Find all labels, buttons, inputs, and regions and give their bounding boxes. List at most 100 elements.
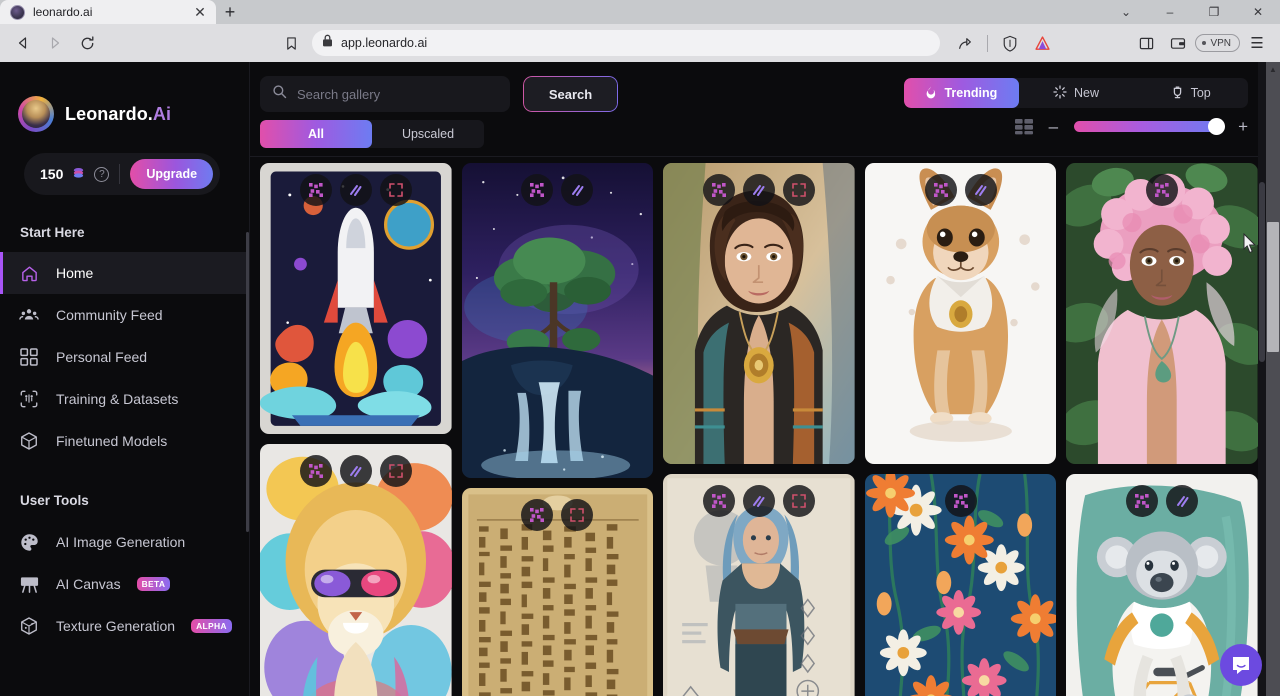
window-scrollbar[interactable]: ▲ [1266, 62, 1280, 696]
sidebar-item-home[interactable]: Home [0, 252, 250, 294]
back-icon[interactable] [8, 29, 38, 57]
messenger-icon[interactable] [1220, 644, 1262, 686]
bookmark-icon[interactable] [276, 29, 306, 57]
tab-new-label: New [1074, 86, 1100, 100]
tab-trending[interactable]: Trending [904, 78, 1019, 108]
sidebar-item-community-feed[interactable]: Community Feed [0, 294, 250, 336]
zoom-slider[interactable] [1074, 118, 1226, 135]
sidebar-item-training-datasets[interactable]: Training & Datasets [0, 378, 250, 420]
search-box[interactable] [260, 76, 510, 112]
close-icon[interactable]: ✕ [192, 4, 208, 20]
palette-icon [18, 531, 40, 553]
sidebar-item-finetuned-models[interactable]: Finetuned Models [0, 420, 250, 462]
forward-icon [40, 29, 70, 57]
zoom-slider-knob[interactable] [1208, 118, 1226, 135]
window-close-icon[interactable]: ✕ [1236, 0, 1280, 24]
tab-new[interactable]: New [1019, 78, 1134, 108]
motion-icon[interactable] [742, 174, 775, 206]
gallery-card[interactable] [260, 444, 452, 696]
url-bar[interactable]: app.leonardo.ai [312, 30, 941, 56]
toolbar-divider [987, 34, 989, 52]
new-tab-button[interactable]: + [216, 0, 244, 24]
pink-haired-fairy-portrait [1066, 163, 1258, 465]
fullscreen-icon[interactable] [379, 455, 412, 488]
sidebar-item-label: Training & Datasets [56, 391, 179, 407]
sidebar-item-ai-image-generation[interactable]: AI Image Generation [0, 521, 250, 563]
remix-icon[interactable] [702, 485, 735, 518]
question-icon[interactable]: ? [94, 166, 110, 182]
brave-leo-icon[interactable] [1027, 29, 1057, 57]
zoom-in-button[interactable]: + [1238, 118, 1248, 135]
minimize-icon[interactable]: – [1148, 0, 1192, 24]
remix-icon[interactable] [521, 174, 554, 206]
fullscreen-icon[interactable] [561, 499, 594, 532]
sidebar-item-texture-generation[interactable]: Texture Generation ALPHA [0, 605, 250, 647]
gallery-card[interactable] [260, 163, 452, 435]
zoom-out-button[interactable]: – [1049, 118, 1058, 135]
vpn-status-badge[interactable]: VPN [1195, 34, 1240, 52]
gallery-card[interactable] [461, 163, 654, 479]
cube-icon [18, 430, 40, 452]
grid-icon [18, 346, 40, 368]
tab-top-label: Top [1190, 86, 1211, 100]
remix-icon[interactable] [924, 174, 957, 206]
remix-icon[interactable] [702, 174, 735, 206]
sidebar-item-ai-canvas[interactable]: AI Canvas BETA [0, 563, 250, 605]
sidebar-item-personal-feed[interactable]: Personal Feed [0, 336, 250, 378]
grid-density-icon[interactable] [1014, 118, 1033, 135]
remix-icon[interactable] [299, 455, 332, 488]
remix-icon[interactable] [299, 174, 332, 206]
reload-icon[interactable] [72, 29, 102, 57]
remix-icon[interactable] [944, 485, 977, 518]
training-icon [18, 388, 40, 410]
gallery-scrollbar-track [1258, 62, 1266, 696]
maximize-icon[interactable]: ❐ [1192, 0, 1236, 24]
wallet-icon[interactable] [1163, 29, 1193, 57]
brave-shield-icon[interactable] [995, 29, 1025, 57]
fullscreen-icon[interactable] [782, 174, 815, 206]
motion-icon[interactable] [339, 174, 372, 206]
card-action-bar [865, 485, 1057, 518]
window-scrollbar-thumb[interactable] [1267, 222, 1279, 352]
scroll-up-arrow-icon[interactable]: ▲ [1266, 62, 1280, 76]
sidebar-section-start-here: Start Here [20, 225, 85, 240]
gallery-scrollbar-thumb[interactable] [1259, 182, 1265, 362]
browser-tab[interactable]: leonardo.ai ✕ [0, 0, 216, 24]
motion-icon[interactable] [561, 174, 594, 206]
flame-icon [925, 85, 937, 102]
leonardo-logo-icon [18, 96, 54, 132]
sidebar: Leonardo.Ai 150 ? Upgrade Start Here Hom… [0, 62, 250, 696]
motion-icon[interactable] [742, 485, 775, 518]
gallery-card[interactable] [1066, 163, 1258, 465]
search-input[interactable] [297, 86, 498, 102]
lock-icon [322, 34, 333, 52]
browser-menu-icon[interactable]: ☰ [1242, 29, 1272, 57]
motion-icon[interactable] [1166, 485, 1199, 518]
gallery-card[interactable] [663, 163, 855, 465]
badge-alpha: ALPHA [191, 619, 232, 633]
sidebar-section-user-tools: User Tools [20, 493, 89, 508]
remix-icon[interactable] [1126, 485, 1159, 518]
gallery-card[interactable] [864, 163, 1057, 465]
tab-all[interactable]: All [260, 120, 372, 148]
tab-top[interactable]: Top [1133, 78, 1248, 108]
gallery-card[interactable] [461, 488, 654, 696]
sidebar-panel-icon[interactable] [1131, 29, 1161, 57]
gallery-card[interactable] [663, 474, 855, 696]
tab-upscaled[interactable]: Upscaled [372, 120, 484, 148]
brand[interactable]: Leonardo.Ai [0, 62, 250, 132]
remix-icon[interactable] [521, 499, 554, 532]
search-button[interactable]: Search [524, 77, 617, 111]
badge-beta: BETA [136, 577, 171, 591]
card-action-bar [663, 174, 855, 206]
tab-list-icon[interactable]: ⌄ [1104, 0, 1148, 24]
motion-icon[interactable] [964, 174, 997, 206]
fullscreen-icon[interactable] [782, 485, 815, 518]
gallery-card[interactable] [864, 474, 1057, 696]
sidebar-item-label: Community Feed [56, 307, 163, 323]
fullscreen-icon[interactable] [379, 174, 412, 206]
share-icon[interactable] [950, 29, 980, 57]
upgrade-button[interactable]: Upgrade [130, 159, 214, 189]
remix-icon[interactable] [1146, 174, 1179, 206]
motion-icon[interactable] [339, 455, 372, 488]
